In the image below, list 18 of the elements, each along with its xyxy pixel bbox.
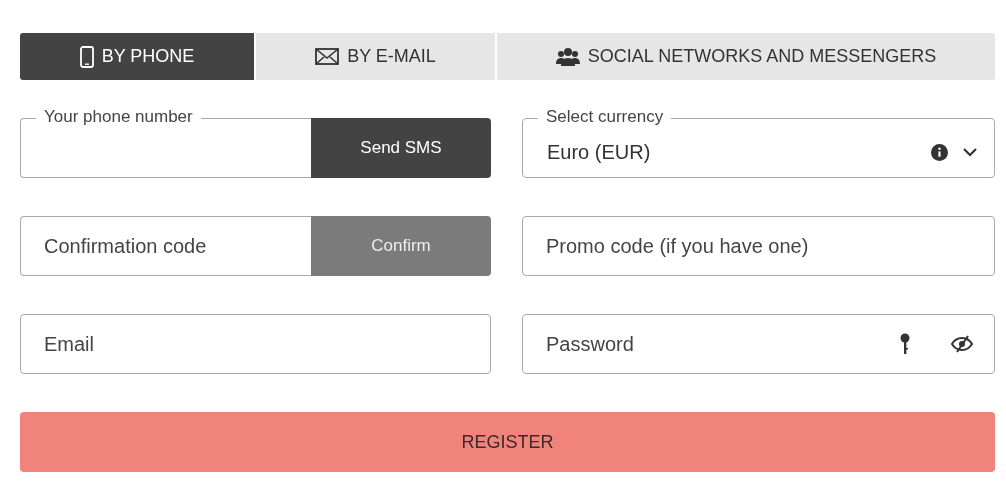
chevron-down-icon[interactable] xyxy=(962,147,978,157)
tab[interactable]: SOCIAL NETWORKS AND MESSENGERS xyxy=(497,33,995,80)
envelope-icon xyxy=(315,48,340,65)
tab[interactable]: BY E-MAIL xyxy=(256,33,495,80)
password-field[interactable]: Password xyxy=(522,314,995,374)
password-input[interactable]: Password xyxy=(523,315,900,373)
field-label: Your phone number xyxy=(36,107,201,127)
field-label: Select currency xyxy=(538,107,672,127)
email-field[interactable]: Email xyxy=(20,314,491,374)
phone-icon xyxy=(79,45,94,68)
tab[interactable]: BY PHONE xyxy=(20,33,254,80)
promo-code-field[interactable]: Promo code (if you have one) xyxy=(522,216,995,276)
send-sms-button[interactable]: Send SMS xyxy=(311,118,491,178)
hidden-eye-icon[interactable] xyxy=(950,335,974,353)
info-icon[interactable] xyxy=(931,143,948,161)
people-icon xyxy=(555,46,580,67)
register-button[interactable]: REGISTER xyxy=(20,412,995,472)
key-icon[interactable] xyxy=(900,333,910,355)
